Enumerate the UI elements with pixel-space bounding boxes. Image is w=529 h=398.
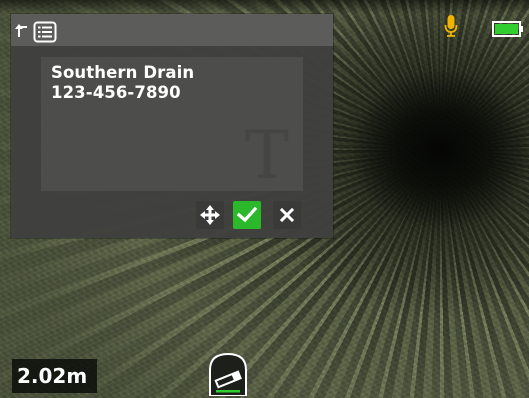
confirm-button[interactable]	[233, 201, 261, 229]
checkmark-icon	[237, 206, 257, 223]
microphone-icon	[443, 14, 459, 38]
text-line: Southern Drain	[51, 63, 195, 82]
text-annotation-dialog: Southern Drain 123-456-7890 T	[11, 14, 333, 238]
move-button[interactable]	[196, 201, 224, 229]
sonde-level-icon	[209, 352, 247, 397]
text-entry-area[interactable]: Southern Drain 123-456-7890 T	[41, 57, 303, 191]
distance-counter: 2.02m	[12, 359, 97, 393]
return-arrow-icon	[15, 24, 27, 37]
dialog-header	[11, 14, 333, 46]
close-icon	[280, 208, 294, 222]
battery-icon	[492, 21, 524, 37]
text-mode-watermark: T	[244, 117, 289, 191]
camera-level-indicator	[208, 352, 248, 397]
text-list-button[interactable]	[33, 21, 57, 43]
camera-screen: Southern Drain 123-456-7890 T 2.02m	[0, 0, 529, 398]
text-line: 123-456-7890	[51, 83, 181, 102]
cancel-button[interactable]	[273, 201, 301, 229]
list-icon	[33, 21, 57, 43]
back-button[interactable]	[13, 22, 31, 40]
move-arrows-icon	[200, 205, 220, 225]
top-shadow	[0, 0, 529, 14]
